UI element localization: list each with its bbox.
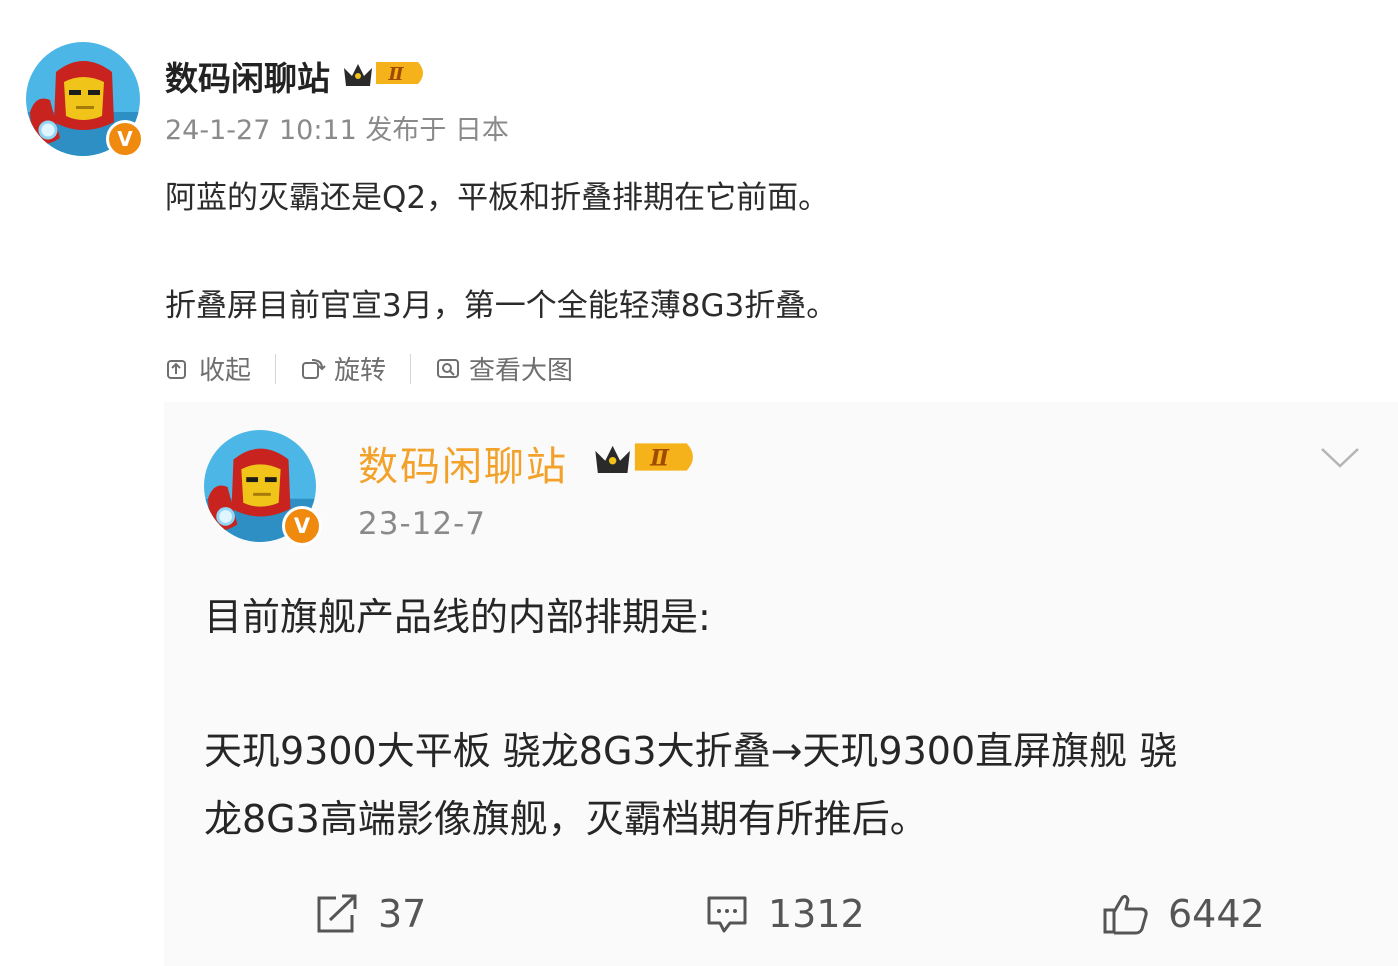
view-large-button[interactable]: 查看大图	[435, 350, 573, 387]
level-badge-text: Ⅱ	[649, 446, 670, 472]
collapse-button[interactable]: 收起	[165, 350, 251, 387]
post-meta: 24-1-27 10:11 发布于 日本	[165, 115, 509, 146]
verified-v-badge-icon: V	[282, 506, 322, 546]
level-badge-text: Ⅱ	[387, 64, 404, 85]
embedded-text-line-2: 天玑9300大平板 骁龙8G3大折叠→天玑9300直屏旗舰 骁	[204, 729, 1178, 773]
author-name[interactable]: 数码闲聊站	[165, 52, 330, 100]
comment-count: 1312	[768, 892, 865, 936]
embedded-original-post[interactable]: V 数码闲聊站 Ⅱ 23-12-7 目前旗舰产品线的内部排期是: 天玑9300大…	[164, 402, 1398, 966]
collapse-icon	[167, 359, 186, 379]
post-text-line-2: 折叠屏目前官宣3月，第一个全能轻薄8G3折叠。	[165, 288, 838, 324]
embedded-author-name[interactable]: 数码闲聊站	[358, 434, 568, 492]
image-action-bar: 收起 旋转 查看大图	[165, 350, 573, 387]
weibo-post-screenshot: V 数码闲聊站 Ⅱ 24-1-27 10:11 发布于 日本 阿蓝的灭霸还是Q2…	[0, 0, 1398, 966]
action-divider	[275, 353, 277, 384]
action-divider	[410, 353, 412, 384]
repost-count: 37	[378, 892, 427, 936]
rotate-button[interactable]: 旋转	[300, 350, 386, 387]
author-avatar[interactable]: V	[26, 42, 144, 158]
comment-button[interactable]: 1312	[704, 892, 865, 936]
embedded-author-avatar[interactable]: V	[204, 430, 322, 546]
embedded-post-date: 23-12-7	[358, 506, 486, 542]
chevron-down-icon[interactable]	[1320, 446, 1360, 470]
collapse-label: 收起	[199, 356, 252, 386]
post-text-line-1: 阿蓝的灭霸还是Q2，平板和折叠排期在它前面。	[165, 180, 830, 216]
rotate-icon	[302, 358, 326, 379]
like-button[interactable]: 6442	[1102, 892, 1265, 936]
rotate-label: 旋转	[334, 356, 387, 386]
repost-button[interactable]: 37	[314, 892, 426, 936]
engagement-stats-bar: 37 1312 6442	[164, 892, 1398, 952]
embedded-text-line-1: 目前旗舰产品线的内部排期是:	[204, 595, 711, 639]
crown-level-badge-icon: Ⅱ	[595, 443, 693, 474]
crown-level-badge-icon: Ⅱ	[344, 62, 423, 86]
view-large-label: 查看大图	[469, 356, 574, 386]
thumbs-up-like-icon	[1103, 894, 1148, 935]
repost-share-icon	[317, 894, 357, 933]
verified-v-badge-icon: V	[106, 120, 144, 158]
like-count: 6442	[1168, 892, 1265, 936]
embedded-text-line-3: 龙8G3高端影像旗舰，灭霸档期有所推后。	[204, 797, 928, 841]
view-large-icon	[437, 358, 460, 378]
comment-icon	[707, 896, 747, 933]
